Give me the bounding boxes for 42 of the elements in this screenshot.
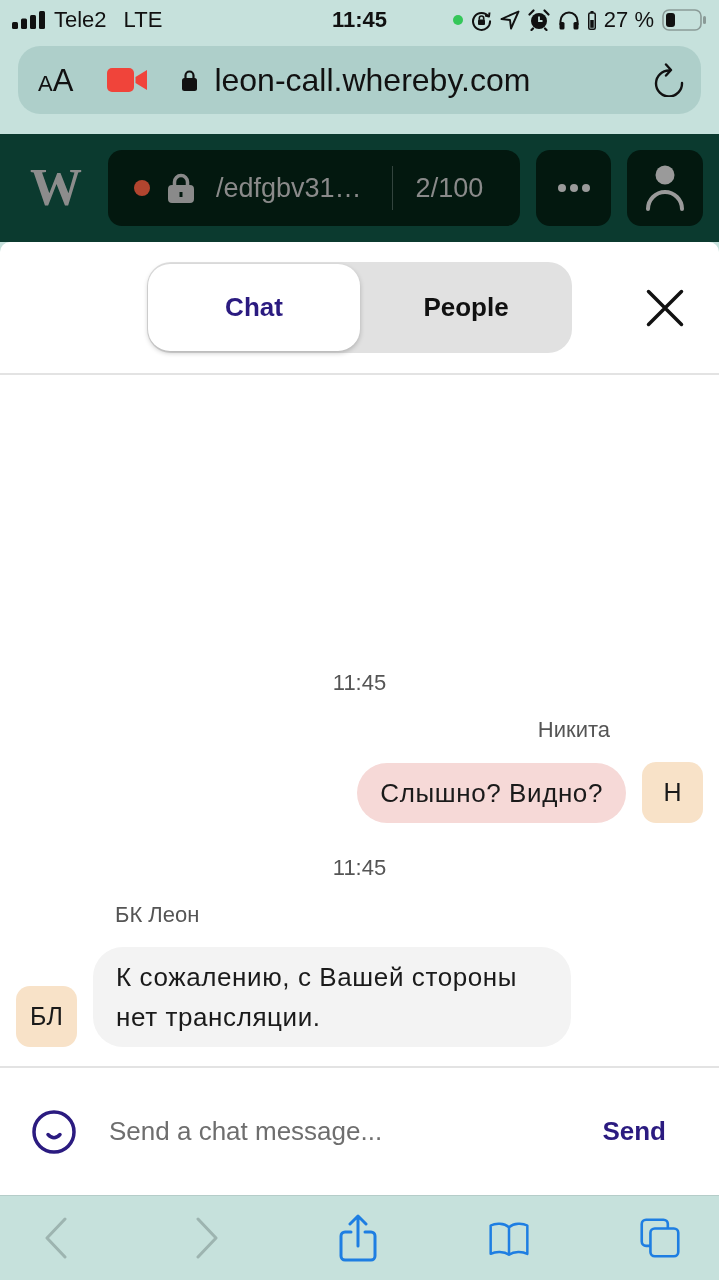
person-icon <box>645 165 685 211</box>
rotation-lock-icon <box>470 9 492 31</box>
message-time: 11:45 <box>332 671 387 695</box>
smiley-icon[interactable] <box>32 1109 76 1154</box>
indicator-dot-icon <box>452 15 463 25</box>
text-size-button[interactable]: AA <box>38 64 74 96</box>
more-button[interactable] <box>536 150 611 226</box>
avatar: Н <box>642 762 703 823</box>
panel-tab[interactable]: Chat <box>148 264 360 351</box>
battery-icon <box>587 10 596 30</box>
address-bar[interactable]: AA leon-call.whereby.com <box>18 46 701 114</box>
profile-button[interactable] <box>627 150 703 226</box>
battery-percent: 27 % <box>603 9 654 31</box>
video-camera-icon[interactable] <box>107 67 148 93</box>
message-time: 11:45 <box>332 856 387 880</box>
carrier-name: Tele2 <box>54 9 107 31</box>
sender-name: Никита <box>537 718 610 742</box>
reload-icon[interactable] <box>654 63 685 97</box>
participant-count: 2/100 <box>415 172 484 204</box>
headphones-icon <box>557 10 580 30</box>
battery-icon <box>662 9 707 31</box>
alarm-clock-icon <box>527 9 550 31</box>
close-icon[interactable] <box>646 288 684 327</box>
clock-time: 11:45 <box>331 9 388 31</box>
more-icon <box>557 184 590 192</box>
dot-icon <box>134 180 150 196</box>
avatar: БЛ <box>16 986 77 1047</box>
panel-tab[interactable]: People <box>360 264 572 351</box>
location-arrow-icon <box>499 10 520 30</box>
tabs-icon[interactable] <box>640 1215 680 1261</box>
send-button[interactable]: Send <box>602 1112 666 1151</box>
room-name: /edfgbv31… <box>216 172 362 204</box>
message-input[interactable]: Send a chat message... <box>109 1112 603 1151</box>
share-icon[interactable] <box>339 1214 377 1262</box>
signal-icon <box>12 11 46 29</box>
message-bubble: Слышно? Видно? <box>357 763 626 823</box>
lock-icon <box>182 69 198 91</box>
url-text[interactable]: leon-call.whereby.com <box>214 61 531 99</box>
message-bubble: К сожалению, с Вашей стороны нет трансляции. <box>93 947 571 1047</box>
network-type: LTE <box>123 9 163 31</box>
sender-name: БК Леон <box>115 903 200 927</box>
lock-icon <box>168 173 194 203</box>
